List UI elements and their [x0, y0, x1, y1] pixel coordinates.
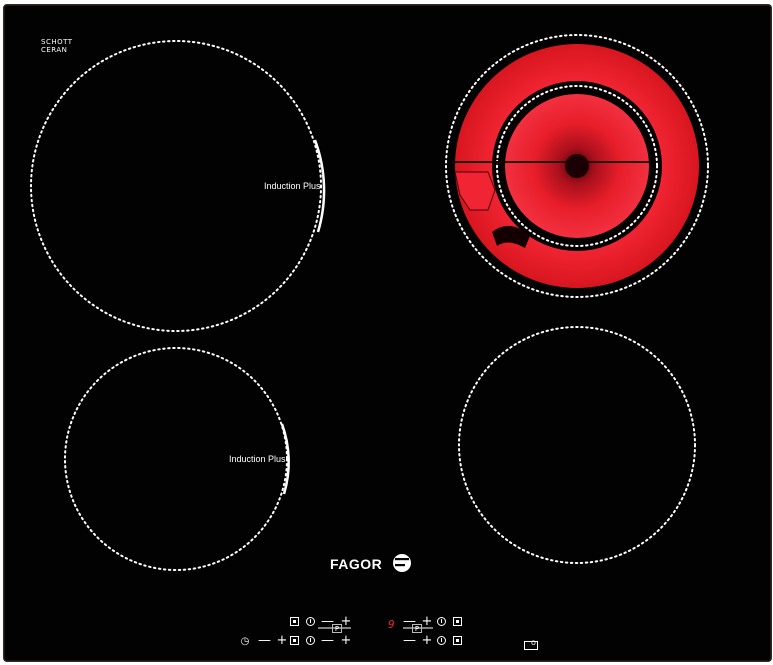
- power-rear-left-icon[interactable]: [306, 617, 315, 626]
- zone-select-front-left-icon[interactable]: [290, 636, 299, 645]
- zone-rear-right-heating[interactable]: [445, 34, 709, 298]
- plus-front-left-button[interactable]: +: [340, 634, 352, 647]
- zone-select-front-right-icon[interactable]: [453, 636, 462, 645]
- plus-timer-button[interactable]: +: [276, 634, 288, 647]
- ceran-text: CERAN: [41, 46, 68, 54]
- minus-front-left-button[interactable]: —: [321, 634, 334, 647]
- schott-text: SCHOTT: [41, 38, 73, 46]
- minus-timer-button[interactable]: —: [258, 634, 271, 647]
- plus-rear-right-button[interactable]: +: [421, 615, 433, 628]
- boost-left-icon[interactable]: P: [332, 624, 342, 633]
- zone-select-rear-left-icon[interactable]: [290, 617, 299, 626]
- plus-front-right-button[interactable]: +: [421, 634, 433, 647]
- power-level-display: 9: [388, 618, 395, 631]
- key-lock-icon[interactable]: [524, 638, 538, 650]
- timer-icon[interactable]: ◷: [239, 635, 251, 648]
- zone-label-rear-left: Induction Plus: [264, 181, 321, 191]
- fagor-logo-mark: [393, 554, 411, 572]
- power-front-left-icon[interactable]: [306, 636, 315, 645]
- minus-front-right-button[interactable]: —: [403, 634, 416, 647]
- fagor-wordmark: FAGOR: [330, 556, 383, 572]
- schott-ceran-logo: SCHOTT CERAN: [41, 38, 73, 54]
- boost-right-icon[interactable]: P: [412, 624, 422, 633]
- fagor-brand: FAGOR: [330, 551, 382, 577]
- zone-ring-front-right[interactable]: [458, 326, 696, 564]
- zone-select-rear-right-icon[interactable]: [453, 617, 462, 626]
- power-rear-right-icon[interactable]: [437, 617, 446, 626]
- zone-label-front-left: Induction Plus: [229, 454, 286, 464]
- power-front-right-icon[interactable]: [437, 636, 446, 645]
- hob-graphics: [30, 34, 709, 629]
